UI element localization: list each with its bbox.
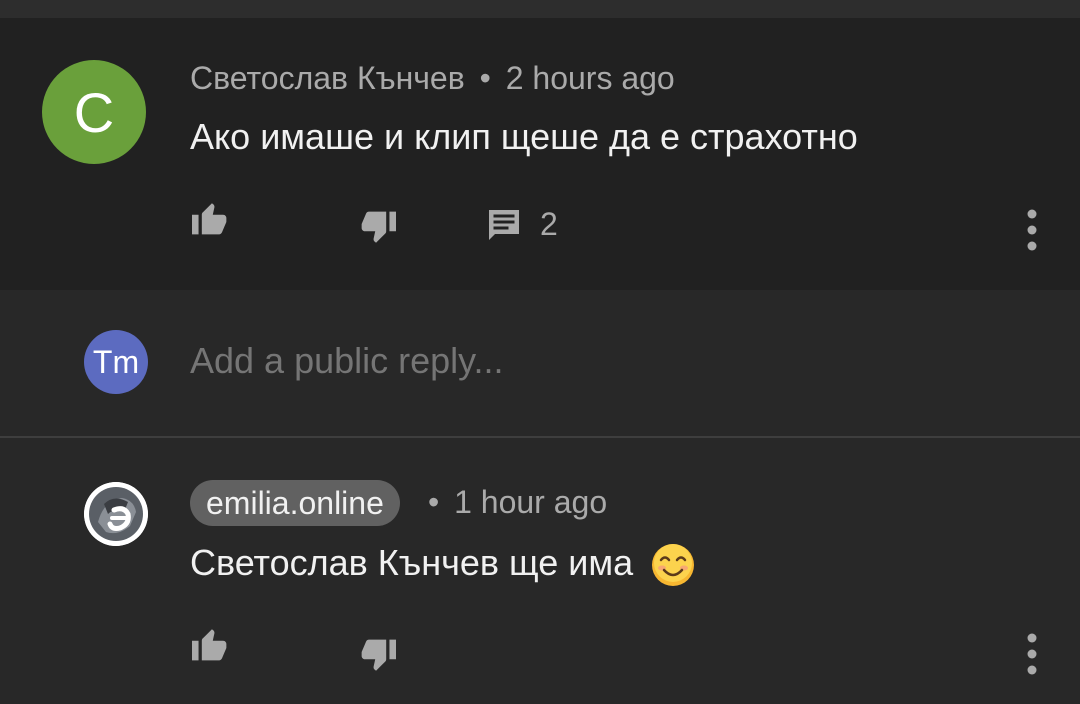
parent-reply-button[interactable]: 2 (486, 206, 558, 243)
current-user-initials: Tm (92, 343, 140, 380)
parent-text: Ако имаше и клип щеше да е страхотно (190, 116, 858, 157)
parent-meta: Светослав Кънчев • 2 hours ago (190, 60, 675, 97)
top-strip (0, 0, 1080, 18)
thumb-down-icon (361, 639, 396, 671)
parent-like-button[interactable] (190, 200, 230, 236)
thumb-up-icon (192, 629, 227, 661)
meta-separator: • (428, 484, 440, 520)
reply-avatar-image (84, 482, 148, 546)
more-vert-icon (1027, 209, 1037, 251)
thumb-down-icon (361, 211, 396, 243)
parent-comment: С Светослав Кънчев • 2 hours ago Ако има… (0, 18, 1080, 290)
reply-avatar[interactable] (84, 482, 148, 546)
thumb-up-icon (192, 203, 227, 235)
current-user-avatar: Tm (84, 330, 148, 394)
reply-comment: emilia.online • 1 hour ago Светослав Кън… (0, 438, 1080, 704)
parent-avatar[interactable]: С (42, 60, 146, 164)
reply-text-row: Светослав Кънчев ще има (190, 542, 695, 587)
more-vert-icon (1027, 633, 1037, 675)
parent-time: 2 hours ago (505, 60, 675, 96)
comment-icon (489, 209, 519, 240)
reply-like-button[interactable] (190, 626, 230, 662)
reply-text: Светослав Кънчев ще има (190, 542, 634, 583)
reply-count: 2 (540, 206, 558, 242)
parent-author[interactable]: Светослав Кънчев (190, 60, 465, 96)
reply-author-chip[interactable]: emilia.online (190, 480, 400, 526)
smiling-face-icon (652, 544, 695, 587)
reply-time: 1 hour ago (454, 484, 608, 520)
reply-meta: • 1 hour ago (428, 484, 607, 521)
reply-more-button[interactable] (1022, 630, 1042, 678)
reply-input-row: Tm (0, 290, 1080, 436)
parent-more-button[interactable] (1022, 206, 1042, 254)
public-reply-input[interactable] (190, 340, 1010, 382)
meta-separator: • (479, 60, 491, 96)
parent-dislike-button[interactable] (358, 210, 398, 246)
parent-avatar-letter: С (73, 80, 115, 144)
reply-dislike-button[interactable] (358, 638, 398, 674)
